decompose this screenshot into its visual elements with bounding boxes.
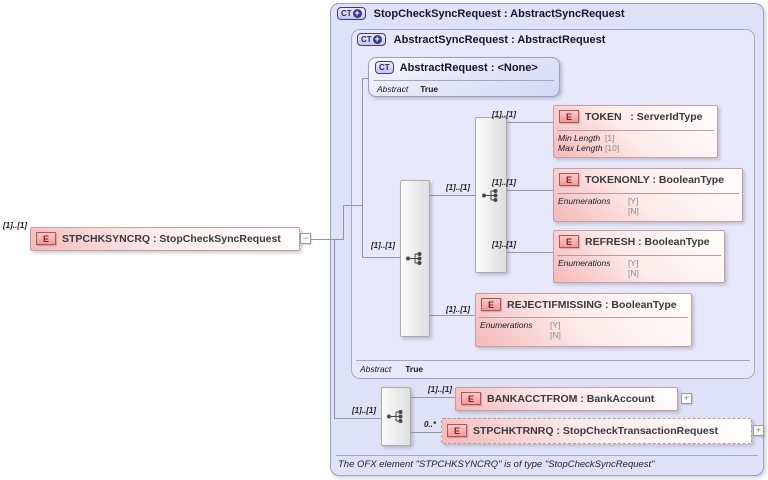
element-icon: E <box>481 298 501 311</box>
facet-row: Enumerations [Y] <box>558 258 638 268</box>
abstract-property-value: True <box>405 364 424 374</box>
collapse-toggle[interactable]: − <box>300 233 311 244</box>
facet-divider <box>557 255 721 256</box>
footer-divider <box>336 455 758 456</box>
sequence-occurrence: [1]..[1] <box>371 241 395 250</box>
connector-line <box>411 397 455 398</box>
root-element-occurrence: [1]..[1] <box>3 221 27 230</box>
connector-line <box>311 239 343 240</box>
element-icon: E <box>559 110 579 123</box>
element-occurrence: [1]..[1] <box>492 240 516 249</box>
facet-row: [N] <box>558 206 639 216</box>
sequence-occurrence: [1]..[1] <box>446 183 470 192</box>
facet-value: [Y] <box>628 196 639 206</box>
complex-type-plus-icon: CT + <box>337 7 366 20</box>
connector-line <box>362 257 400 258</box>
element-title: STPCHKSYNCRQ : StopCheckSyncRequest <box>62 232 281 245</box>
element-occurrence: [1]..[1] <box>446 305 470 314</box>
connector-line <box>430 195 475 196</box>
abstract-row-divider <box>374 80 554 81</box>
complextype-stopchecksyncrequest-header[interactable]: CT + StopCheckSyncRequest : AbstractSyncR… <box>337 7 625 20</box>
connector-line <box>334 239 335 418</box>
facet-value: [N] <box>628 206 639 216</box>
facet-row: [N] <box>558 268 639 278</box>
element-occurrence: [1]..[1] <box>428 385 452 394</box>
facet-name: Enumerations <box>558 258 611 268</box>
abstract-row-divider <box>356 360 750 361</box>
element-title: BANKACCTFROM : BankAccount <box>487 392 655 405</box>
facet-name: Enumerations <box>480 320 533 330</box>
facet-value: [N] <box>628 268 639 278</box>
sequence-compositor[interactable] <box>475 117 507 273</box>
complextype-title: AbstractRequest : <None> <box>399 61 538 74</box>
element-title: REFRESH : BooleanType <box>585 235 710 248</box>
element-icon: E <box>36 232 56 245</box>
facet-name <box>558 268 628 278</box>
connector-line <box>362 78 368 79</box>
sequence-icon <box>406 252 422 265</box>
facet-value: [1] <box>605 133 615 143</box>
facet-name <box>480 330 550 340</box>
facet-value: [10] <box>605 143 620 153</box>
complextype-abstractsyncrequest-header[interactable]: CT + AbstractSyncRequest : AbstractReques… <box>357 33 605 46</box>
connector-line <box>507 190 553 191</box>
facet-row: [N] <box>480 330 561 340</box>
facet-name: Enumerations <box>558 196 611 206</box>
facet-divider <box>479 317 688 318</box>
facet-name: Max Length <box>558 143 603 153</box>
footer-note: The OFX element "STPCHKSYNCRQ" is of typ… <box>338 459 655 470</box>
element-bankacctfrom[interactable]: E BANKACCTFROM : BankAccount <box>455 387 678 411</box>
sequence-occurrence: [1]..[1] <box>352 406 376 415</box>
connector-line <box>507 122 553 123</box>
connector-line <box>343 205 344 240</box>
complextype-title: AbstractSyncRequest : AbstractRequest <box>393 33 606 46</box>
abstract-property-row: Abstract True <box>377 84 438 94</box>
abstract-property-row: Abstract True <box>360 364 423 374</box>
element-occurrence: 0..* <box>424 420 437 429</box>
element-occurrence: [1]..[1] <box>492 110 516 119</box>
element-title: TOKEN : ServerIdType <box>585 110 703 123</box>
sequence-icon <box>387 410 403 423</box>
sequence-compositor[interactable] <box>400 180 430 337</box>
element-title: STPCHKTRNRQ : StopCheckTransactionReques… <box>473 424 719 437</box>
abstract-property-name: Abstract <box>360 364 392 374</box>
complextype-title: StopCheckSyncRequest : AbstractSyncReque… <box>373 7 625 20</box>
abstract-property-value: True <box>420 84 439 94</box>
facet-divider <box>557 130 714 131</box>
facet-name: Min Length <box>558 133 601 143</box>
element-icon: E <box>559 235 579 248</box>
schema-diagram: CT + StopCheckSyncRequest : AbstractSyncR… <box>0 0 768 480</box>
expand-toggle[interactable]: + <box>681 393 692 404</box>
connector-line <box>343 205 362 206</box>
connector-line <box>411 432 441 433</box>
connector-line <box>362 78 363 258</box>
element-title: TOKENONLY : BooleanType <box>585 173 725 186</box>
facet-name <box>558 206 628 216</box>
sequence-icon <box>482 188 498 202</box>
connector-line <box>430 315 475 316</box>
expand-toggle[interactable]: + <box>753 425 764 436</box>
element-title: REJECTIFMISSING : BooleanType <box>507 298 677 311</box>
connector-line <box>507 252 553 253</box>
element-icon: E <box>461 392 481 405</box>
facet-value: [N] <box>550 330 561 340</box>
facet-row: Max Length [10] <box>558 143 619 153</box>
facet-row: Enumerations [Y] <box>558 196 638 206</box>
facet-divider <box>557 193 739 194</box>
element-icon: E <box>447 424 467 437</box>
element-stpchksyncrq[interactable]: E STPCHKSYNCRQ : StopCheckSyncRequest <box>30 227 300 251</box>
abstract-property-name: Abstract <box>377 84 409 94</box>
element-icon: E <box>559 173 579 186</box>
facet-row: Enumerations [Y] <box>480 320 560 330</box>
complextype-abstractrequest-header: CT AbstractRequest : <None> <box>375 61 538 74</box>
sequence-compositor[interactable] <box>381 387 411 446</box>
element-stpchktrnrq[interactable]: E STPCHKTRNRQ : StopCheckTransactionRequ… <box>441 418 752 444</box>
element-occurrence: [1]..[1] <box>492 178 516 187</box>
connector-line <box>334 418 382 419</box>
facet-value: [Y] <box>628 258 639 268</box>
facet-row: Min Length [1] <box>558 133 614 143</box>
facet-value: [Y] <box>550 320 561 330</box>
complex-type-plus-icon: CT + <box>357 33 386 46</box>
complex-type-icon: CT <box>375 61 394 74</box>
